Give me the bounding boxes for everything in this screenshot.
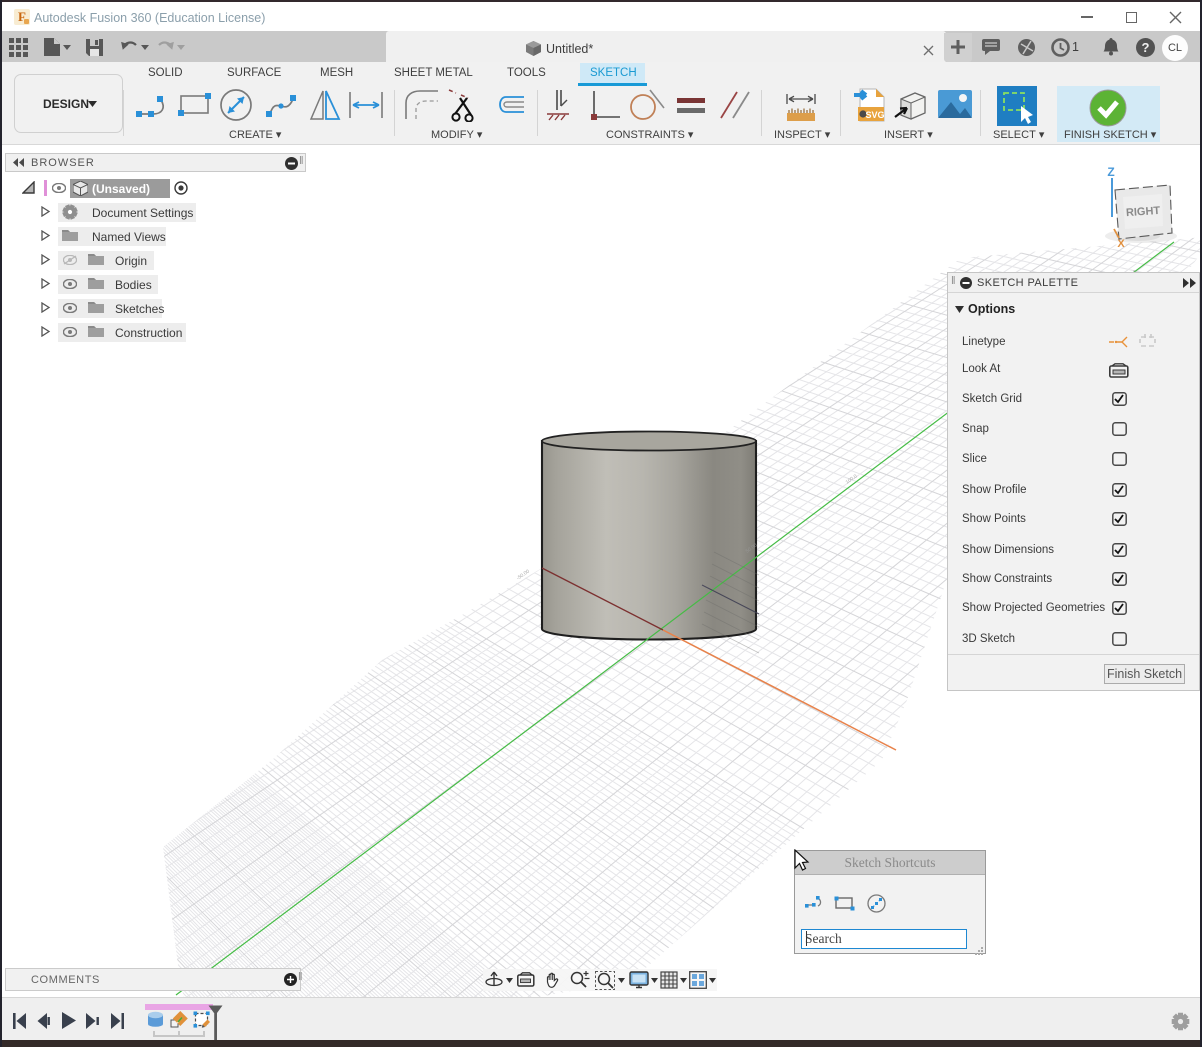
- svg-text:RIGHT: RIGHT: [1126, 205, 1161, 219]
- svg-text:SVG: SVG: [865, 110, 884, 120]
- svg-text:Z: Z: [1107, 165, 1114, 179]
- svg-text:X: X: [1117, 238, 1125, 250]
- svg-text:100.0: 100.0: [845, 473, 859, 485]
- svg-text:?: ?: [1142, 40, 1150, 55]
